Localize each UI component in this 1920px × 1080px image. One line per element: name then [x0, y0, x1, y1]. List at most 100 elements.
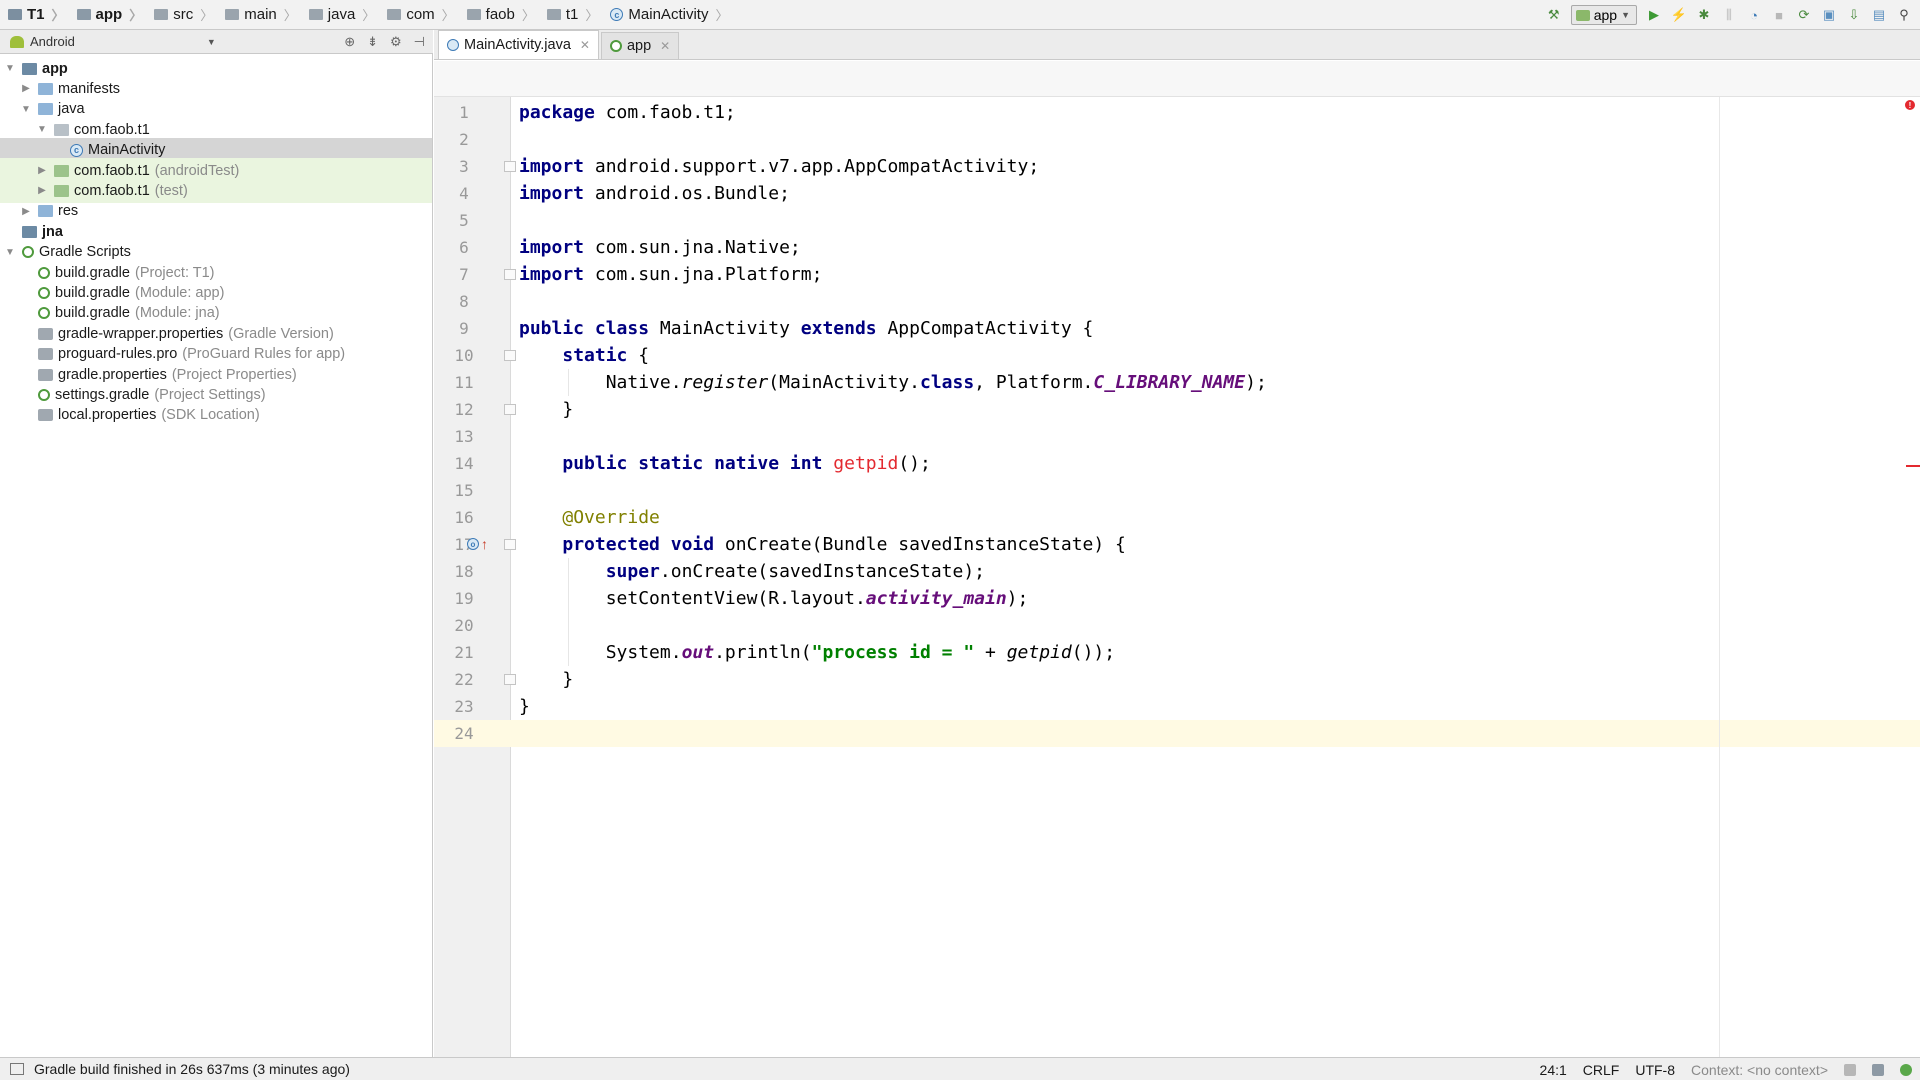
code-line[interactable]: static {	[519, 342, 649, 369]
status-message[interactable]: Gradle build finished in 26s 637ms (3 mi…	[34, 1061, 350, 1077]
search-icon[interactable]: ⚲	[1896, 7, 1912, 23]
scroll-from-source-icon[interactable]: ⊕	[344, 34, 355, 50]
gradle-icon	[38, 388, 50, 401]
chevron-down-icon[interactable]: ▼	[20, 104, 32, 115]
code-line[interactable]: import com.sun.jna.Native;	[519, 234, 801, 261]
avd-manager-icon[interactable]: ▣	[1821, 7, 1837, 23]
stop-icon[interactable]: ■	[1771, 7, 1787, 23]
code-token: import	[519, 156, 585, 177]
fold-marker-icon[interactable]	[504, 350, 516, 361]
fold-marker-icon[interactable]	[504, 404, 516, 415]
code-line[interactable]: public class MainActivity extends AppCom…	[519, 315, 1093, 342]
breadcrumb-com[interactable]: com 〉	[379, 0, 458, 30]
tree-item-hint: (test)	[154, 182, 188, 199]
gear-icon[interactable]: ⚙	[390, 34, 402, 50]
line-number: 2	[459, 130, 469, 149]
code-line[interactable]: Native.register(MainActivity.class, Plat…	[519, 369, 1267, 396]
tree-item[interactable]: local.properties (SDK Location)	[0, 403, 432, 428]
inspector-icon[interactable]	[1872, 1063, 1884, 1076]
code-token: "process id = "	[811, 642, 975, 663]
lock-icon[interactable]	[1844, 1063, 1856, 1076]
fold-marker-icon[interactable]	[504, 161, 516, 172]
chevron-down-icon[interactable]: ▼	[4, 63, 16, 74]
chevron-down-icon[interactable]: ▼	[207, 37, 216, 47]
code-line[interactable]: package com.faob.t1;	[519, 99, 736, 126]
hide-panel-icon[interactable]: ⊣	[414, 34, 425, 50]
code-line[interactable]: super.onCreate(savedInstanceState);	[519, 558, 985, 585]
collapse-all-icon[interactable]: ⇟	[367, 34, 378, 50]
breadcrumb-label: com	[406, 6, 435, 23]
chevron-down-icon[interactable]: ▼	[4, 247, 16, 258]
context-indicator[interactable]: Context: <no context>	[1691, 1062, 1828, 1078]
breadcrumb-t1[interactable]: T1 〉	[0, 0, 69, 30]
sdk-manager-icon[interactable]: ⇩	[1846, 7, 1862, 23]
code-line[interactable]: protected void onCreate(Bundle savedInst…	[519, 531, 1126, 558]
line-number: 7	[459, 265, 469, 284]
code-token: register	[681, 372, 769, 393]
code-token: class	[919, 372, 975, 393]
code-line[interactable]: import com.sun.jna.Platform;	[519, 261, 822, 288]
code-token: import	[519, 264, 585, 285]
tool-windows-icon[interactable]	[10, 1063, 24, 1075]
line-separator[interactable]: CRLF	[1583, 1062, 1620, 1078]
breadcrumb-mainactivity[interactable]: c MainActivity 〉	[602, 0, 732, 30]
caret-position[interactable]: 24:1	[1540, 1062, 1567, 1078]
code-line[interactable]: }	[519, 666, 573, 693]
sync-gradle-icon[interactable]: ⟳	[1796, 7, 1812, 23]
apply-changes-icon[interactable]: ⚡	[1671, 7, 1687, 23]
project-view-header[interactable]: Android ▼ ⊕ ⇟ ⚙ ⊣	[0, 30, 433, 54]
code-line[interactable]: setContentView(R.layout.activity_main);	[519, 585, 1029, 612]
event-log-icon[interactable]	[1900, 1063, 1912, 1076]
error-stripe-marker[interactable]	[1906, 465, 1920, 467]
code-line[interactable]: }	[519, 396, 573, 423]
package-icon	[54, 123, 69, 136]
chevron-right-icon[interactable]: ▶	[20, 206, 32, 217]
code-token: MainActivity	[649, 318, 801, 339]
run-icon[interactable]: ▶	[1646, 7, 1662, 23]
project-structure-icon[interactable]: ▤	[1871, 7, 1887, 23]
chevron-right-icon: 〉	[362, 8, 376, 23]
code-line[interactable]: public static native int getpid();	[519, 450, 930, 477]
line-number: 18	[454, 562, 474, 581]
breadcrumb-t1[interactable]: t1 〉	[539, 0, 603, 30]
code-line[interactable]: @Override	[519, 504, 660, 531]
override-gutter-marker[interactable]: o ↑	[467, 536, 491, 552]
code-token: }	[519, 696, 530, 717]
tree-item-label: com.faob.t1	[74, 121, 150, 138]
breadcrumb-java[interactable]: java 〉	[301, 0, 380, 30]
chevron-right-icon[interactable]: ▶	[36, 185, 48, 196]
editor-tab[interactable]: app ✕	[600, 32, 680, 59]
profile-icon[interactable]: ◔	[1746, 7, 1762, 23]
close-icon[interactable]: ✕	[660, 39, 670, 53]
code-line[interactable]: import android.support.v7.app.AppCompatA…	[519, 153, 1039, 180]
file-encoding[interactable]: UTF-8	[1635, 1062, 1675, 1078]
fold-marker-icon[interactable]	[504, 269, 516, 280]
run-configuration-select[interactable]: app ▼	[1570, 5, 1637, 25]
chevron-right-icon[interactable]: ▶	[20, 83, 32, 94]
code-line[interactable]: import android.os.Bundle;	[519, 180, 790, 207]
breadcrumb-src[interactable]: src 〉	[146, 0, 217, 30]
fold-marker-icon[interactable]	[504, 674, 516, 685]
code-token: import	[519, 237, 585, 258]
chevron-down-icon[interactable]: ▼	[36, 124, 48, 135]
chevron-right-icon[interactable]: ▶	[36, 165, 48, 176]
navigation-bar: T1 〉 app 〉 src 〉 main 〉 java 〉 com 〉 faob 〉 t1 〉 c MainAc…	[0, 0, 1920, 30]
breadcrumb-main[interactable]: main 〉	[217, 0, 301, 30]
project-view-mode[interactable]: Android	[30, 34, 75, 49]
error-status-icon[interactable]: !	[1905, 100, 1915, 110]
attach-debugger-icon[interactable]: ⫼	[1721, 7, 1737, 23]
close-icon[interactable]: ✕	[580, 38, 590, 52]
fold-marker-icon[interactable]	[504, 539, 516, 550]
code-line[interactable]: System.out.println("process id = " + get…	[519, 639, 1115, 666]
code-line[interactable]: }	[519, 693, 530, 720]
breadcrumb-app[interactable]: app 〉	[69, 0, 147, 30]
breadcrumb-faob[interactable]: faob 〉	[459, 0, 539, 30]
code-token: +	[974, 642, 1007, 663]
make-project-icon[interactable]: ⚒	[1546, 7, 1562, 23]
chevron-right-icon: 〉	[51, 8, 65, 23]
code-token: }	[519, 669, 574, 690]
editor-tab[interactable]: MainActivity.java ✕	[438, 30, 599, 59]
debug-icon[interactable]: ✱	[1696, 7, 1712, 23]
module-icon	[22, 62, 37, 75]
